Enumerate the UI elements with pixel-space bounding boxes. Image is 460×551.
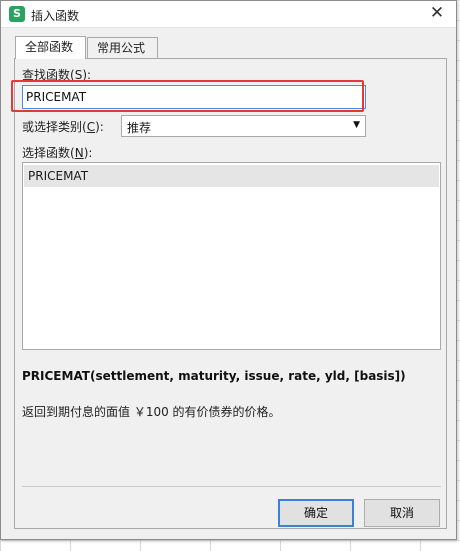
functions-label: 选择函数(N):: [22, 146, 93, 160]
function-description: 返回到期付息的面值 ￥100 的有价债券的价格。: [22, 405, 281, 419]
cancel-button[interactable]: 取消: [364, 499, 440, 527]
list-item[interactable]: PRICEMAT: [24, 165, 439, 187]
category-label: 或选择类别(C):: [22, 120, 104, 134]
category-selected-value: 推荐: [127, 121, 152, 135]
search-label: 查找函数(S):: [22, 68, 92, 82]
close-button[interactable]: ✕: [424, 2, 450, 26]
divider: [22, 486, 441, 487]
tab-common-formulas[interactable]: 常用公式: [87, 37, 158, 59]
function-signature: PRICEMAT(settlement, maturity, issue, ra…: [22, 369, 406, 383]
dropdown-arrow-icon: ▼: [353, 120, 360, 130]
title-bar: S 插入函数 ✕: [1, 1, 456, 28]
insert-function-dialog: S 插入函数 ✕ 全部函数 常用公式 查找函数(S): 或选择类别(C): 推荐…: [0, 0, 457, 540]
search-input[interactable]: [22, 85, 366, 109]
category-select[interactable]: 推荐 ▼: [121, 115, 366, 137]
tab-all-functions[interactable]: 全部函数: [15, 36, 86, 59]
ok-button[interactable]: 确定: [278, 499, 354, 527]
dialog-title: 插入函数: [31, 9, 80, 23]
wps-spreadsheet-icon: S: [9, 6, 25, 22]
function-list[interactable]: PRICEMAT: [22, 162, 441, 350]
